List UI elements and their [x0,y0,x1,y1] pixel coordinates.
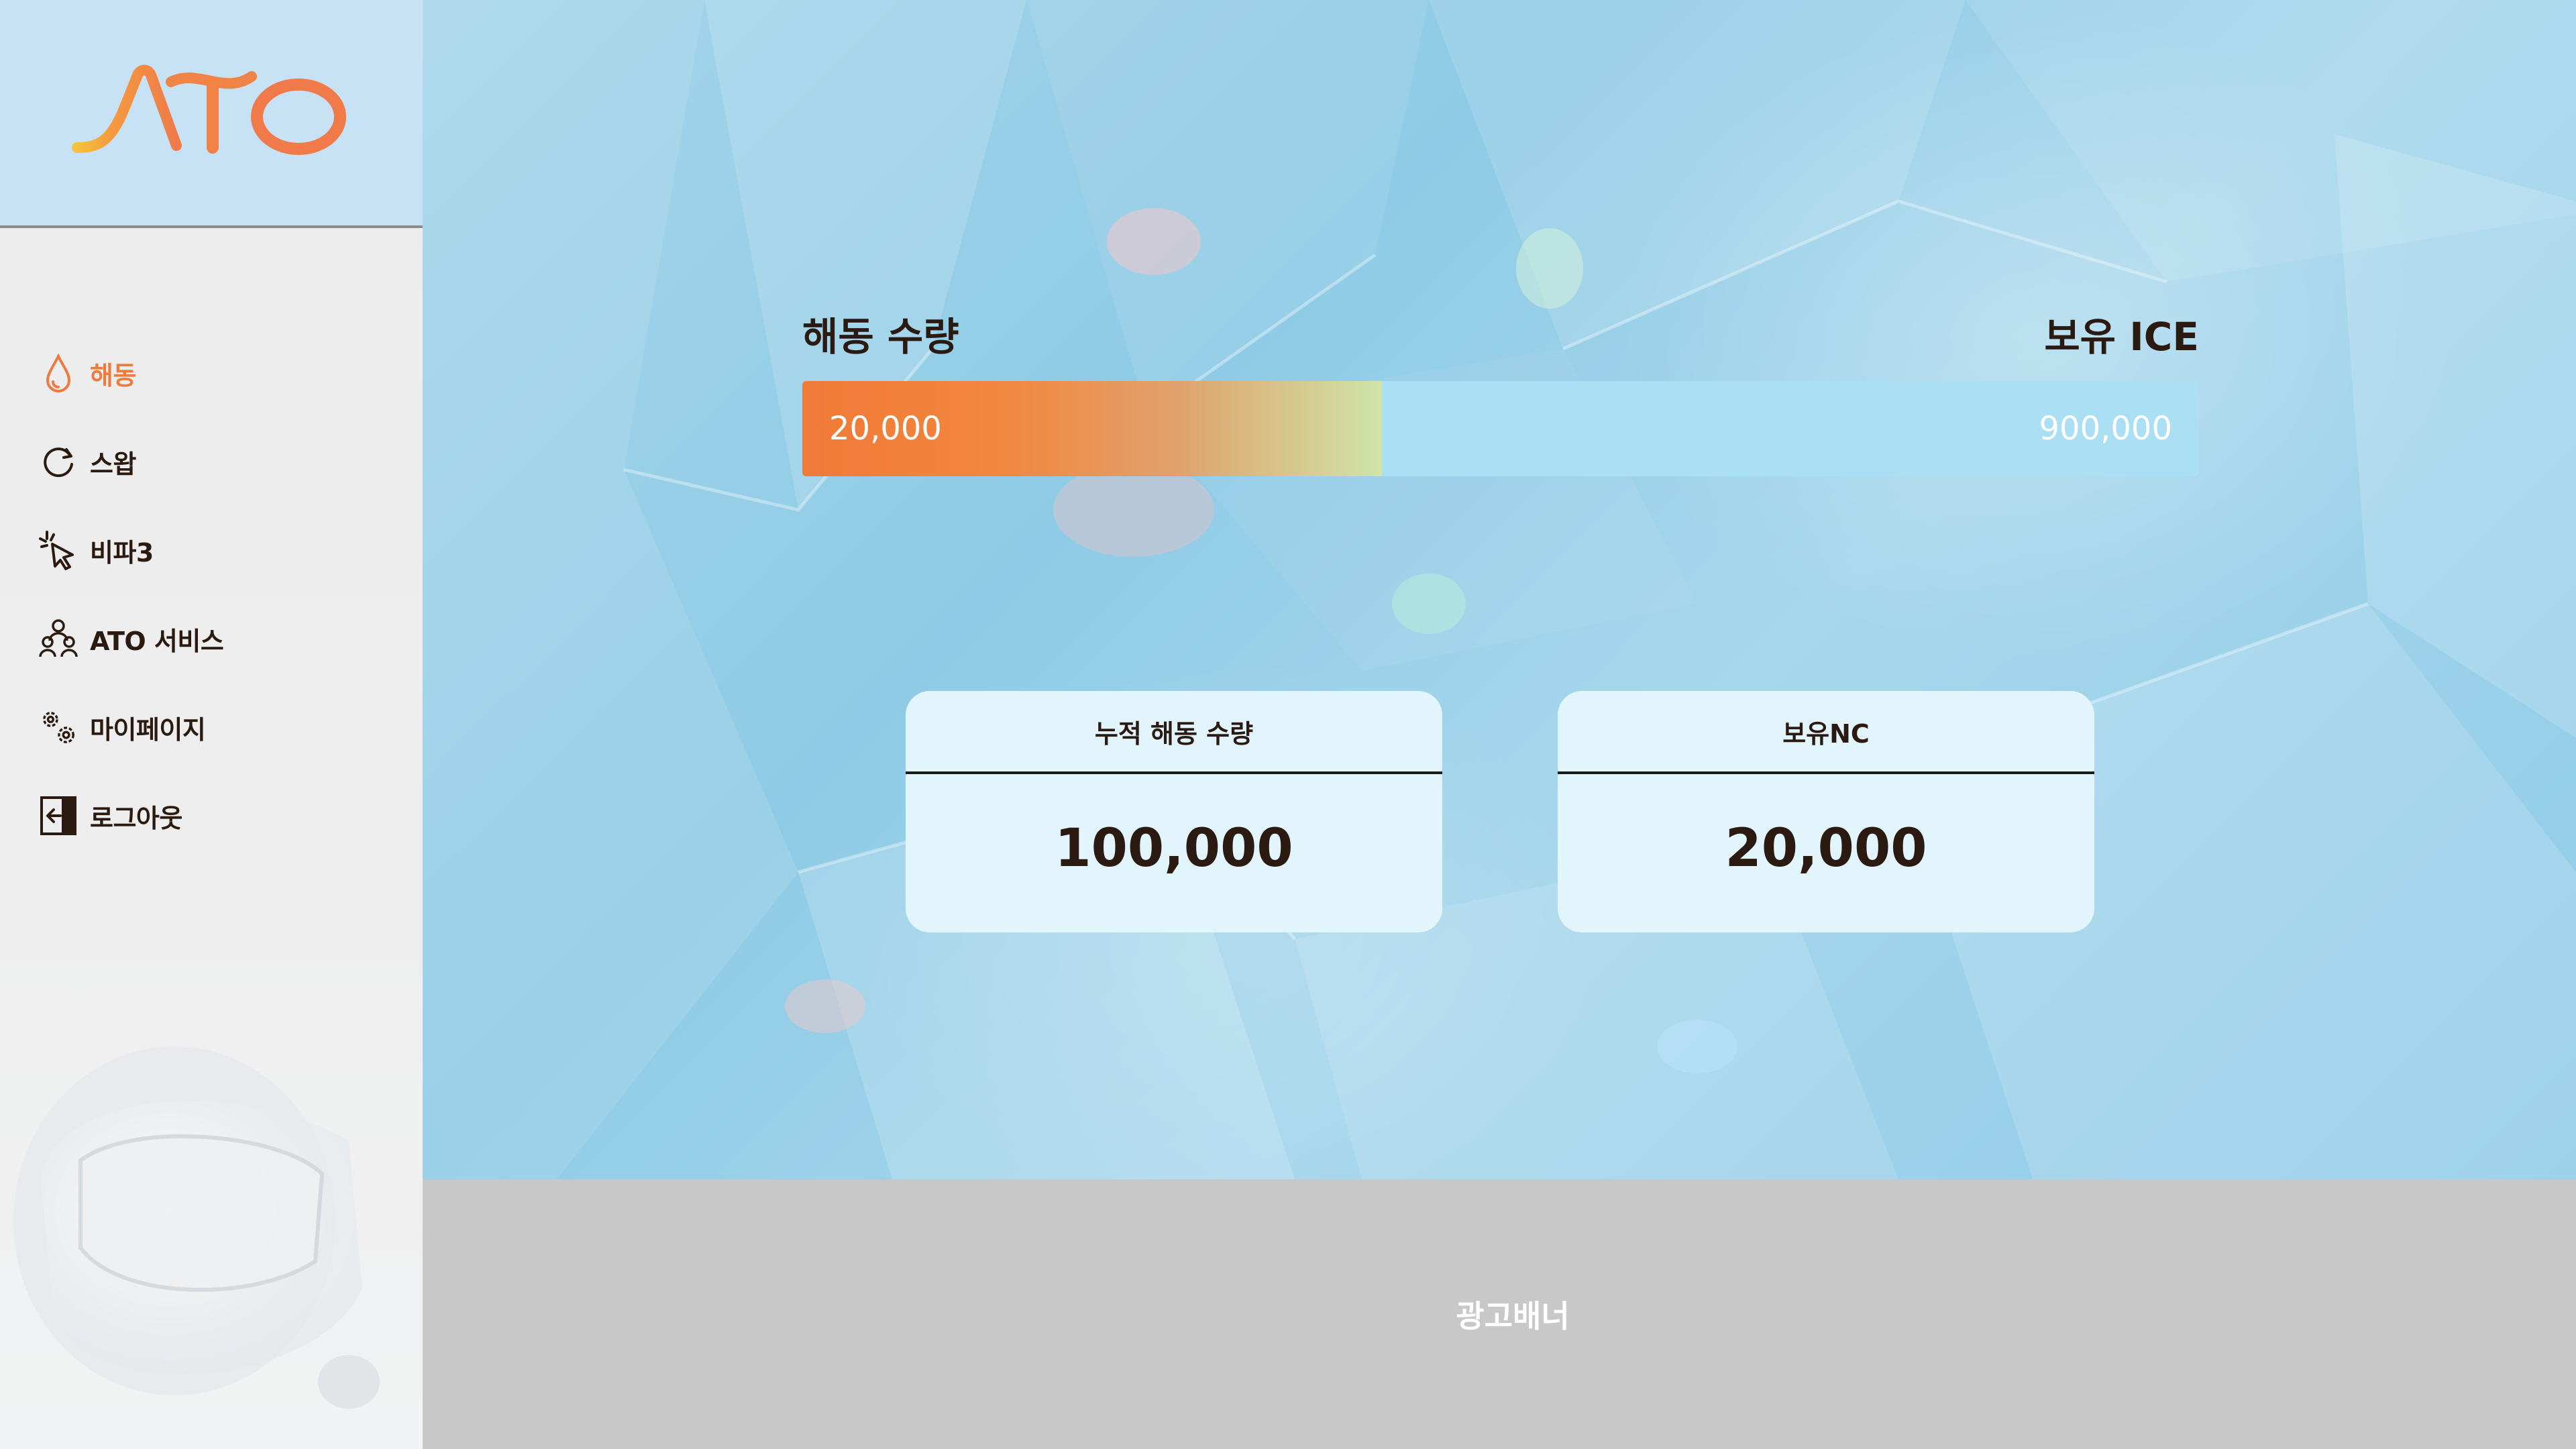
logout-icon [39,795,78,837]
refresh-icon [39,441,78,482]
gears-icon [39,706,78,748]
progress-max-value: 900,000 [2039,410,2173,447]
sidebar-item-mypage[interactable]: 마이페이지 [0,683,423,771]
sidebar-item-label: ATO 서비스 [90,626,224,656]
logo-header [0,0,423,228]
sidebar-item-label: 비파3 [90,537,154,568]
sidebar-item-label: 스왑 [90,449,136,479]
sidebar-item-bipa3[interactable]: 비파3 [0,506,423,594]
droplet-icon [39,352,78,394]
thaw-main-panel: 해동 수량 보유 ICE 20,000 900,000 누적 해동 수량 100… [423,0,2576,1179]
ice-cube-decoration [13,1046,380,1409]
nc-balance-card: 보유NC 20,000 [1558,691,2094,932]
sidebar-item-label: 로그아웃 [90,803,182,833]
card-title: 누적 해동 수량 [906,691,1442,774]
sidebar-item-thaw[interactable]: 해동 [0,329,423,417]
cumulative-thaw-card: 누적 해동 수량 100,000 [906,691,1442,932]
sidebar-item-swap[interactable]: 스왑 [0,417,423,506]
ice-texture-background [423,0,2576,1179]
sidebar: 해동 스왑 비파3 ATO 서비스 마이페이지 로그아웃 [0,0,423,1449]
sidebar-item-label: 해동 [90,360,136,390]
sidebar-item-label: 마이페이지 [90,714,206,745]
card-value: 100,000 [1055,818,1293,879]
thaw-progress-bar[interactable]: 20,000 900,000 [802,381,2199,476]
ad-banner[interactable]: 광고배너 [423,1179,2576,1449]
users-group-icon [39,618,78,659]
sidebar-nav: 해동 스왑 비파3 ATO 서비스 마이페이지 로그아웃 [0,329,423,860]
sidebar-item-logout[interactable]: 로그아웃 [0,771,423,860]
cursor-click-icon [39,529,78,571]
card-value: 20,000 [1725,818,1927,879]
sidebar-item-ato-service[interactable]: ATO 서비스 [0,594,423,683]
progress-current-value: 20,000 [829,410,942,447]
thaw-labels-row: 해동 수량 보유 ICE [802,305,2199,362]
thaw-amount-label: 해동 수량 [802,314,959,360]
card-title: 보유NC [1558,691,2094,774]
ato-logo[interactable] [70,62,352,162]
ad-banner-label: 광고배너 [1456,1298,1570,1334]
ice-balance-label: 보유 ICE [2044,314,2199,360]
